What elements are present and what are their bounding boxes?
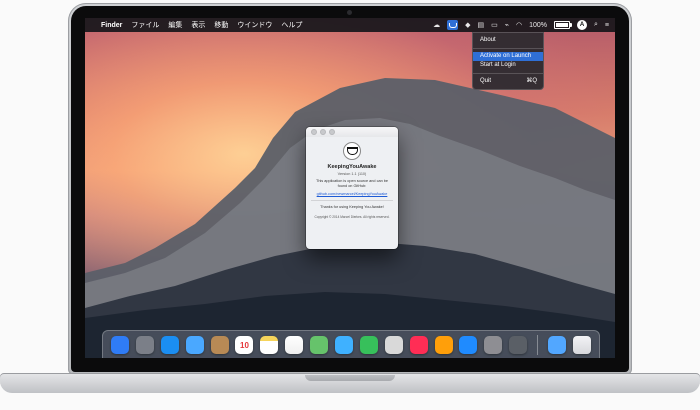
menu-item-about[interactable]: About xyxy=(473,36,543,45)
menu-item-label: About xyxy=(480,37,496,43)
itunes-icon[interactable] xyxy=(409,336,428,354)
menu-go[interactable]: 移動 xyxy=(214,20,228,30)
script-icon[interactable]: ▤ xyxy=(478,21,485,29)
dropbox-icon[interactable]: ◆ xyxy=(465,21,470,29)
ibooks-icon[interactable] xyxy=(434,336,453,354)
laptop-notch xyxy=(305,375,395,381)
window-zoom-button[interactable] xyxy=(329,129,335,135)
display-icon[interactable]: ▭ xyxy=(491,21,498,29)
reminders-icon[interactable] xyxy=(285,336,304,354)
status-menu-dropdown: About Activate on Launch Start at Login … xyxy=(472,32,544,90)
menu-item-activate-on-launch[interactable]: Activate on Launch xyxy=(473,52,543,61)
about-github-link[interactable]: github.com/newmarcel/KeepingYouAwake xyxy=(311,192,393,196)
notification-center-icon[interactable]: ≡ xyxy=(605,22,609,29)
coffee-cup-logo-icon xyxy=(343,142,361,160)
menu-item-shortcut: ⌘Q xyxy=(526,78,537,84)
about-app-name: KeepingYouAwake xyxy=(327,164,377,170)
menu-edit[interactable]: 編集 xyxy=(168,20,182,30)
about-divider xyxy=(311,200,393,201)
window-titlebar xyxy=(306,127,398,137)
menu-item-label: Start at Login xyxy=(480,62,516,68)
menu-view[interactable]: 表示 xyxy=(191,20,205,30)
about-copyright: Copyright © 2014 Marcel Dierkes. All rig… xyxy=(314,215,390,219)
camera-icon xyxy=(347,10,352,15)
dock-items: 10 xyxy=(111,335,591,355)
maps-icon[interactable] xyxy=(310,336,329,354)
menu-file[interactable]: ファイル xyxy=(131,20,159,30)
window-minimize-button[interactable] xyxy=(320,129,326,135)
bluetooth-icon[interactable]: ⌁ xyxy=(505,21,509,29)
downloads-folder-icon[interactable] xyxy=(548,336,567,354)
user-icon[interactable]: A xyxy=(576,20,587,30)
macbook-frame: Finder ファイル 編集 表示 移動 ウインドウ ヘルプ ☁ ◆ ▤ ▭ ⌁… xyxy=(0,0,700,410)
safari-icon[interactable] xyxy=(160,336,179,354)
about-description: This application is open source and can … xyxy=(316,179,388,188)
about-window: KeepingYouAwake Version 1.1 (110) This a… xyxy=(306,127,398,249)
wifi-icon[interactable]: ◠ xyxy=(516,21,522,29)
menu-item-quit[interactable]: Quit ⌘Q xyxy=(473,77,543,86)
notes-icon[interactable] xyxy=(260,336,279,354)
window-close-button[interactable] xyxy=(311,129,317,135)
finder-icon[interactable] xyxy=(111,336,129,354)
menu-bar: Finder ファイル 編集 表示 移動 ウインドウ ヘルプ ☁ ◆ ▤ ▭ ⌁… xyxy=(85,18,615,32)
menu-window[interactable]: ウインドウ xyxy=(237,20,272,30)
battery-percent[interactable]: 100% xyxy=(529,22,547,29)
mail-icon[interactable] xyxy=(185,336,204,354)
desktop-screen: Finder ファイル 編集 表示 移動 ウインドウ ヘルプ ☁ ◆ ▤ ▭ ⌁… xyxy=(85,18,615,358)
trash-icon[interactable] xyxy=(572,336,591,354)
system-preferences-icon[interactable] xyxy=(484,336,503,354)
menu-item-label: Activate on Launch xyxy=(480,53,532,59)
calendar-icon[interactable]: 10 xyxy=(235,336,254,354)
dock: 10 xyxy=(102,330,600,358)
facetime-icon[interactable] xyxy=(359,336,378,354)
menu-app-name[interactable]: Finder xyxy=(101,22,122,29)
app-store-icon[interactable] xyxy=(459,336,478,354)
about-version: Version 1.1 (110) xyxy=(337,172,367,176)
about-content: KeepingYouAwake Version 1.1 (110) This a… xyxy=(306,137,398,219)
about-thanks: Thanks for using Keeping You Awake! xyxy=(320,205,384,209)
menu-separator xyxy=(473,48,543,49)
messages-icon[interactable] xyxy=(335,336,354,354)
menu-item-label: Quit xyxy=(480,78,492,84)
menu-separator xyxy=(473,73,543,74)
spotlight-search-icon[interactable]: ⌕ xyxy=(594,21,598,29)
photos-icon[interactable] xyxy=(384,336,403,354)
launchpad-icon[interactable] xyxy=(135,336,154,354)
battery-icon[interactable] xyxy=(553,21,572,29)
keepingyouawake-app-icon[interactable] xyxy=(509,336,528,354)
menu-help[interactable]: ヘルプ xyxy=(281,20,302,30)
dock-separator xyxy=(537,335,539,355)
keepingyouawake-menu-icon[interactable] xyxy=(447,20,459,30)
menu-item-start-at-login[interactable]: Start at Login xyxy=(473,61,543,70)
cloud-icon[interactable]: ☁ xyxy=(433,21,440,29)
contacts-icon[interactable] xyxy=(210,336,229,354)
